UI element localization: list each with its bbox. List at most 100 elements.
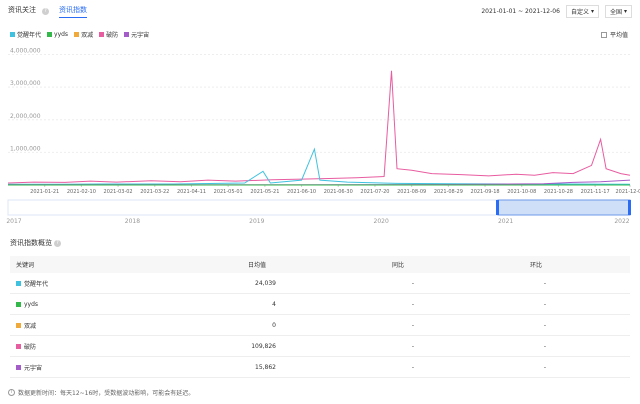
legend-item-yyds[interactable]: yyds [47,30,68,39]
average-label: 平均值 [609,32,628,39]
x-tick-label: 2021-08-09 [397,189,426,195]
range-year-label: 2022 [614,218,629,225]
x-tick-label: 2021-10-08 [507,189,536,195]
x-tick-label: 2021-06-30 [324,189,353,195]
help-icon[interactable]: ? [42,7,49,15]
keyword-swatch [16,301,21,307]
daily-avg-value: 15,862 [255,363,276,371]
chart-legend: 觉醒年代 yyds 双减 破防 元宇宙 [10,30,149,39]
index-line-chart[interactable]: 1,000,000 2,000,000 3,000,000 4,000,000 2021… [0,40,640,230]
tab-news-index[interactable]: 资讯指数 [59,5,87,18]
range-year-label: 2019 [249,218,264,225]
legend-label: yyds [54,31,69,38]
daily-avg-value: 109,826 [251,342,276,350]
x-tick-label: 2021-03-22 [140,189,169,195]
legend-item-shuangjian[interactable]: 双减 [74,30,93,39]
x-tick-label: 2021-12-06 [615,189,640,195]
checkbox[interactable] [600,31,607,38]
keyword-cell: 破防 [16,336,36,356]
keyword-cell: yyds [16,294,38,314]
x-tick-label: 2021-06-10 [287,189,316,195]
footer-note: i 数据更新时间：每天12~16时，受数据波动影响，可能会有延迟。 [8,388,194,397]
legend-swatch [47,32,53,37]
average-toggle[interactable]: 平均值 [600,30,628,39]
range-slider-selection [497,199,631,216]
overview-title-block: 资讯指数概览 ? [10,238,71,248]
mom-value: - [543,363,546,371]
daily-avg-value: 0 [272,321,276,329]
range-year-label: 2018 [125,218,140,225]
daily-avg-value: 4 [272,300,276,308]
help-icon[interactable]: ? [54,239,61,247]
table-row: 破防 109,826 - - [10,336,630,357]
overview-table: 关键词 日均值 同比 环比 觉醒年代 24,039 - - yyds 4 - -… [10,256,630,378]
legend-label: 破防 [106,32,119,39]
region-label: 全国 [609,9,622,16]
yoy-value: - [411,321,414,329]
tab-bar: 资讯关注 ? 资讯指数 [8,4,91,18]
keyword-label: yyds [24,300,39,308]
mom-value: - [543,279,546,287]
x-tick-label: 2021-03-02 [104,189,133,195]
y-tick-label: 4,000,000 [10,48,41,55]
keyword-label: 双减 [24,322,37,330]
table-row: yyds 4 - - [10,294,630,315]
range-year-label: 2020 [374,218,389,225]
keyword-swatch [16,364,21,370]
mom-value: - [543,342,546,350]
yoy-value: - [411,363,414,371]
daily-avg-value: 24,039 [255,279,276,287]
table-row: 双减 0 - - [10,315,630,336]
x-tick-label: 2021-02-10 [67,189,96,195]
chevron-down-icon: ▾ [590,8,594,15]
x-tick-label: 2021-05-21 [250,189,279,195]
range-slider-handle-left [496,200,499,215]
legend-swatch [74,32,80,37]
date-controls: 2021-01-01 ~ 2021-12-06 自定义 ▾ 全国 ▾ [481,5,632,18]
x-tick-label: 2021-08-29 [434,189,463,195]
y-tick-label: 1,000,000 [10,145,41,152]
overview-title: 资讯指数概览 [10,239,52,247]
table-row: 元宇宙 15,862 - - [10,357,630,378]
region-select[interactable]: 全国 ▾ [604,5,632,18]
range-year-label: 2021 [498,218,513,225]
legend-swatch [99,32,105,37]
legend-swatch [124,32,130,37]
date-range[interactable]: 2021-01-01 ~ 2021-12-06 [481,8,560,15]
keyword-cell: 元宇宙 [16,357,42,377]
header-mom: 环比 [530,262,543,269]
legend-item-pofang[interactable]: 破防 [99,30,118,39]
x-tick-label: 2021-09-18 [471,189,500,195]
legend-label: 元宇宙 [131,32,150,39]
legend-swatch [10,32,15,37]
range-year-label: 2017 [6,218,21,225]
header-yoy: 同比 [392,262,405,269]
footer-text: 数据更新时间：每天12~16时，受数据波动影响，可能会有延迟。 [18,390,195,397]
keyword-swatch [16,322,21,328]
x-tick-label: 2021-01-21 [30,189,59,195]
range-slider-handle-right [628,200,631,215]
tab-news-attention[interactable]: 资讯关注 [8,5,36,17]
legend-item-yuanyuzhou[interactable]: 元宇宙 [124,30,149,39]
mom-value: - [543,321,546,329]
custom-range-label: 自定义 [570,9,589,16]
keyword-label: 破防 [24,343,37,351]
x-tick-label: 2021-11-17 [581,189,610,195]
header-daily-avg: 日均值 [248,262,267,269]
mom-value: - [543,300,546,308]
x-tick-label: 2021-07-20 [360,189,389,195]
x-tick-label: 2021-04-11 [177,189,206,195]
legend-item-juexing[interactable]: 觉醒年代 [10,30,41,39]
x-tick-label: 2021-10-28 [544,189,573,195]
info-icon: i [8,389,15,396]
chevron-down-icon: ▾ [623,8,627,15]
y-tick-label: 2,000,000 [10,113,41,120]
header-keyword: 关键词 [16,262,35,269]
yoy-value: - [411,342,414,350]
table-header: 关键词 日均值 同比 环比 [10,256,630,273]
legend-label: 双减 [81,32,94,39]
yoy-value: - [411,300,414,308]
keyword-cell: 觉醒年代 [16,273,48,293]
table-row: 觉醒年代 24,039 - - [10,273,630,294]
custom-range-select[interactable]: 自定义 ▾ [565,5,599,18]
